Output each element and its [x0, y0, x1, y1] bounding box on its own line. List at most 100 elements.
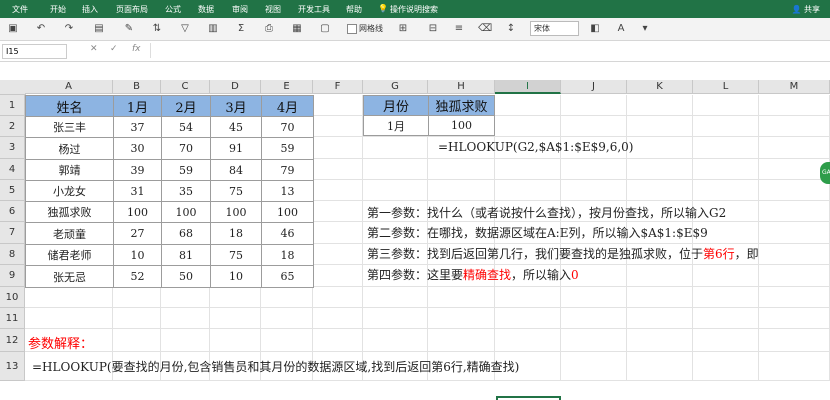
grid-cell[interactable] [759, 329, 830, 352]
grid-cell[interactable] [693, 265, 759, 287]
grid-cell[interactable] [313, 201, 363, 222]
grid-cell[interactable] [313, 308, 363, 329]
table-cell[interactable]: 59 [161, 159, 211, 181]
grid-cell[interactable] [428, 159, 495, 180]
tab-home[interactable]: 开始 [50, 4, 66, 15]
grid-cell[interactable] [428, 287, 495, 308]
grid-cell[interactable] [693, 329, 759, 352]
grid-cell[interactable] [363, 159, 428, 180]
save-icon[interactable]: ▣ [6, 22, 20, 36]
table-cell[interactable]: 13 [261, 180, 314, 202]
grid-cell[interactable] [210, 329, 261, 352]
grid-cell[interactable] [627, 352, 693, 381]
table-cell[interactable]: 37 [113, 116, 162, 138]
column-header-g[interactable]: G [363, 80, 428, 94]
table-cell[interactable]: 张三丰 [25, 116, 114, 138]
grid-cell[interactable] [561, 287, 627, 308]
column-header-j[interactable]: J [561, 80, 627, 94]
column-header-i[interactable]: I [495, 80, 561, 94]
grid-cell[interactable] [627, 116, 693, 137]
tab-insert[interactable]: 插入 [82, 4, 98, 15]
grid-cell[interactable] [495, 116, 561, 137]
grid-cell[interactable] [313, 329, 363, 352]
grid-cell[interactable] [161, 308, 210, 329]
grid-cell[interactable] [759, 222, 830, 244]
merge-icon[interactable]: ⊟ [426, 22, 440, 36]
table-cell[interactable]: 79 [261, 159, 314, 181]
column-header-d[interactable]: D [210, 80, 261, 94]
font-name-select[interactable]: 宋体 [530, 21, 579, 36]
table-cell[interactable]: 10 [210, 265, 262, 288]
format-painter-icon[interactable]: ✎ [122, 22, 136, 36]
redo-icon[interactable]: ↷ [62, 22, 76, 36]
table-cell[interactable]: 84 [210, 159, 262, 181]
grid-cell[interactable] [113, 287, 161, 308]
table-cell[interactable]: 18 [210, 222, 262, 245]
column-header-f[interactable]: F [313, 80, 363, 94]
grid-cell[interactable] [627, 308, 693, 329]
tab-file[interactable]: 文件 [12, 4, 28, 15]
table-cell[interactable]: 10 [113, 244, 162, 266]
tab-page-layout[interactable]: 页面布局 [116, 4, 148, 15]
grid-cell[interactable] [495, 95, 561, 116]
grid-cell[interactable] [627, 159, 693, 180]
table-cell[interactable]: 50 [161, 265, 211, 288]
grid-cell[interactable] [693, 308, 759, 329]
column-header-a[interactable]: A [25, 80, 113, 94]
grid-cell[interactable] [313, 95, 363, 116]
table-cell[interactable]: 70 [161, 137, 211, 160]
grid-cell[interactable] [627, 137, 693, 159]
table-header-cell[interactable]: 3月 [210, 95, 262, 117]
table-cell[interactable]: 75 [210, 180, 262, 202]
grid-cell[interactable] [759, 287, 830, 308]
row-header-7[interactable]: 7 [0, 222, 25, 244]
column-header-h[interactable]: H [428, 80, 495, 94]
grid-cell[interactable] [627, 180, 693, 201]
lookup-header-name[interactable]: 独孤求败 [428, 95, 495, 116]
row-header-5[interactable]: 5 [0, 180, 25, 201]
name-box[interactable]: I15 [2, 44, 67, 59]
font-color-icon[interactable]: A [614, 22, 628, 36]
grid-cell[interactable] [693, 95, 759, 116]
table-cell[interactable]: 郭靖 [25, 159, 114, 181]
table-cell[interactable]: 65 [261, 265, 314, 288]
row-header-2[interactable]: 2 [0, 116, 25, 137]
grid-cell[interactable] [627, 329, 693, 352]
grid-cell[interactable] [313, 287, 363, 308]
grid-cell[interactable] [210, 308, 261, 329]
grid-cell[interactable] [363, 137, 428, 159]
table-cell[interactable]: 46 [261, 222, 314, 245]
tab-view[interactable]: 视图 [265, 4, 281, 15]
grid-cell[interactable] [25, 287, 113, 308]
undo-icon[interactable]: ↶ [34, 22, 48, 36]
grid-cell[interactable] [495, 308, 561, 329]
grid-cell[interactable] [495, 287, 561, 308]
grid-cell[interactable] [561, 95, 627, 116]
column-header-l[interactable]: L [693, 80, 759, 94]
grid-cell[interactable] [313, 244, 363, 265]
border-icon[interactable]: ⊞ [396, 22, 410, 36]
grid-cell[interactable] [759, 95, 830, 116]
grid-cell[interactable] [113, 308, 161, 329]
tab-help[interactable]: 帮助 [346, 4, 362, 15]
grid-cell[interactable] [161, 329, 210, 352]
table-cell[interactable]: 100 [261, 201, 314, 223]
grid-cell[interactable] [363, 180, 428, 201]
row-header-1[interactable]: 1 [0, 95, 25, 116]
table-icon[interactable]: ▤ [92, 22, 106, 36]
grid-cell[interactable] [261, 308, 313, 329]
grid-cell[interactable] [759, 201, 830, 222]
grid-cell[interactable] [693, 180, 759, 201]
filter-icon[interactable]: ▽ [178, 22, 192, 36]
table-cell[interactable]: 81 [161, 244, 211, 266]
tab-review[interactable]: 审阅 [232, 4, 248, 15]
grid-cell[interactable] [313, 116, 363, 137]
grid-cell[interactable] [161, 287, 210, 308]
grid-cell[interactable] [693, 137, 759, 159]
grid-cell[interactable] [627, 287, 693, 308]
grid-cell[interactable] [25, 308, 113, 329]
row-header-12[interactable]: 12 [0, 329, 25, 352]
table-cell[interactable]: 52 [113, 265, 162, 288]
freeze-icon[interactable]: ▦ [290, 22, 304, 36]
table-header-cell[interactable]: 姓名 [25, 95, 114, 117]
